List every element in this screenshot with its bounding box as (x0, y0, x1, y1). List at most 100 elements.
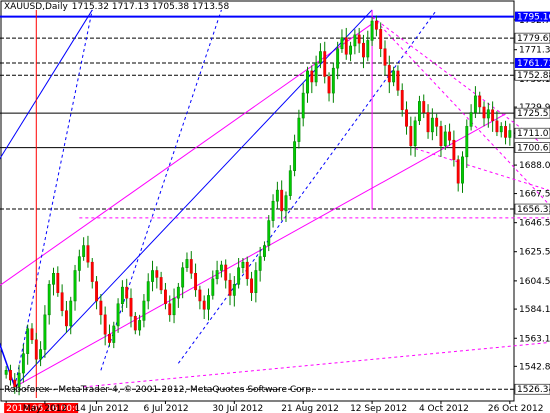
candle-down (155, 270, 159, 278)
symbol-label: XAUUSD,Daily (4, 2, 68, 12)
candle-up (336, 48, 340, 69)
ohlc-readout: 1715.32 1717.13 1705.38 1713.58 (71, 2, 230, 12)
candle-up (275, 189, 279, 202)
x-tick-label: 30 Jul 2012 (212, 404, 263, 413)
candle-down (194, 273, 198, 291)
candle-up (486, 109, 490, 119)
candle-down (310, 70, 314, 83)
candle-down (64, 310, 68, 327)
candle-up (461, 156, 464, 184)
candle-down (379, 29, 383, 49)
candle-down (202, 300, 206, 310)
candle-down (245, 261, 249, 280)
candle-down (198, 289, 202, 302)
y-tick-label: 1563.10 (519, 334, 550, 344)
candle-up (314, 62, 318, 83)
x-tick-label: 21 Aug 2012 (281, 404, 339, 413)
candle-down (90, 261, 94, 282)
candle-up (293, 141, 297, 171)
x-tick-label: May 2012 (23, 404, 67, 413)
candle-down (280, 189, 284, 212)
candle-up (469, 112, 473, 127)
candle-down (224, 264, 228, 281)
level-label: 1700.61 (517, 144, 550, 154)
candle-up (82, 245, 86, 257)
y-tick-label: 1646.50 (519, 219, 550, 229)
candle-up (4, 370, 8, 375)
candle-down (495, 120, 499, 133)
price-chart: 1792.771771.301750.151729.901711.071688.… (0, 0, 550, 413)
candle-up (508, 130, 512, 138)
candle-down (60, 292, 64, 311)
candle-down (426, 112, 430, 133)
chart-header: XAUUSD,Daily 1715.32 1717.13 1705.38 1713… (4, 2, 229, 12)
candle-down (159, 277, 163, 291)
candle-up (318, 51, 322, 63)
candle-up (232, 284, 236, 296)
candle-up (413, 120, 417, 147)
level-label: 1761.73 (517, 59, 550, 69)
candle-down (250, 278, 253, 293)
candle-up (47, 284, 51, 316)
candle-down (383, 48, 387, 66)
candle-up (499, 126, 503, 133)
candle-down (99, 300, 103, 316)
candle-down (34, 339, 38, 360)
candle-up (258, 256, 262, 271)
candle-down (439, 126, 443, 147)
candle-up (267, 220, 271, 246)
candle-down (478, 95, 482, 108)
candle-down (374, 20, 378, 30)
candle-up (219, 264, 223, 271)
y-tick-label: 1667.50 (519, 190, 550, 200)
candle-up (443, 131, 447, 147)
y-tick-label: 1604.51 (519, 277, 550, 287)
copyright-text: Roboforex - MetaTrader 4, © 2001-2012, M… (4, 385, 314, 395)
candle-down (108, 333, 111, 343)
candle-down (491, 109, 495, 122)
candle-down (362, 42, 365, 58)
candle-down (129, 297, 133, 317)
candle-down (400, 90, 404, 110)
candle-down (133, 315, 137, 331)
x-tick-label: 6 Jul 2012 (143, 404, 188, 413)
candle-up (366, 40, 370, 58)
level-label: 1779.65 (517, 34, 550, 44)
candle-down (448, 131, 452, 141)
candle-up (418, 101, 421, 122)
candle-down (103, 314, 107, 335)
candle-down (456, 159, 460, 184)
x-tick-label: 26 Oct 2012 (488, 404, 544, 413)
candle-up (271, 200, 275, 221)
candle-up (340, 37, 344, 49)
candle-up (69, 300, 73, 327)
candle-up (39, 349, 43, 360)
candle-down (86, 245, 90, 263)
x-tick-label: 14 Jun 2012 (75, 404, 129, 413)
candle-up (237, 267, 241, 285)
candle-up (77, 256, 81, 271)
candle-up (112, 325, 116, 343)
level-label: 1795.16 (517, 13, 550, 23)
candle-up (146, 281, 150, 302)
candle-down (405, 109, 408, 127)
candle-up (284, 195, 288, 212)
y-tick-label: 1625.55 (519, 248, 550, 258)
candle-up (181, 267, 185, 288)
candle-down (95, 281, 98, 302)
y-tick-label: 1584.15 (519, 305, 550, 315)
level-label: 1711.07 (517, 129, 550, 139)
y-tick-label: 1688.05 (519, 161, 550, 171)
candle-down (323, 51, 327, 77)
candle-up (207, 295, 210, 310)
plot-background (0, 0, 550, 413)
candle-up (211, 278, 215, 296)
candle-up (288, 170, 292, 196)
candle-up (43, 314, 47, 350)
y-tick-label: 1542.85 (519, 362, 550, 372)
candle-down (504, 126, 507, 138)
x-tick-label: 12 Sep 2012 (350, 404, 407, 413)
candle-down (327, 76, 331, 94)
candle-up (370, 20, 374, 41)
candle-up (430, 117, 434, 133)
